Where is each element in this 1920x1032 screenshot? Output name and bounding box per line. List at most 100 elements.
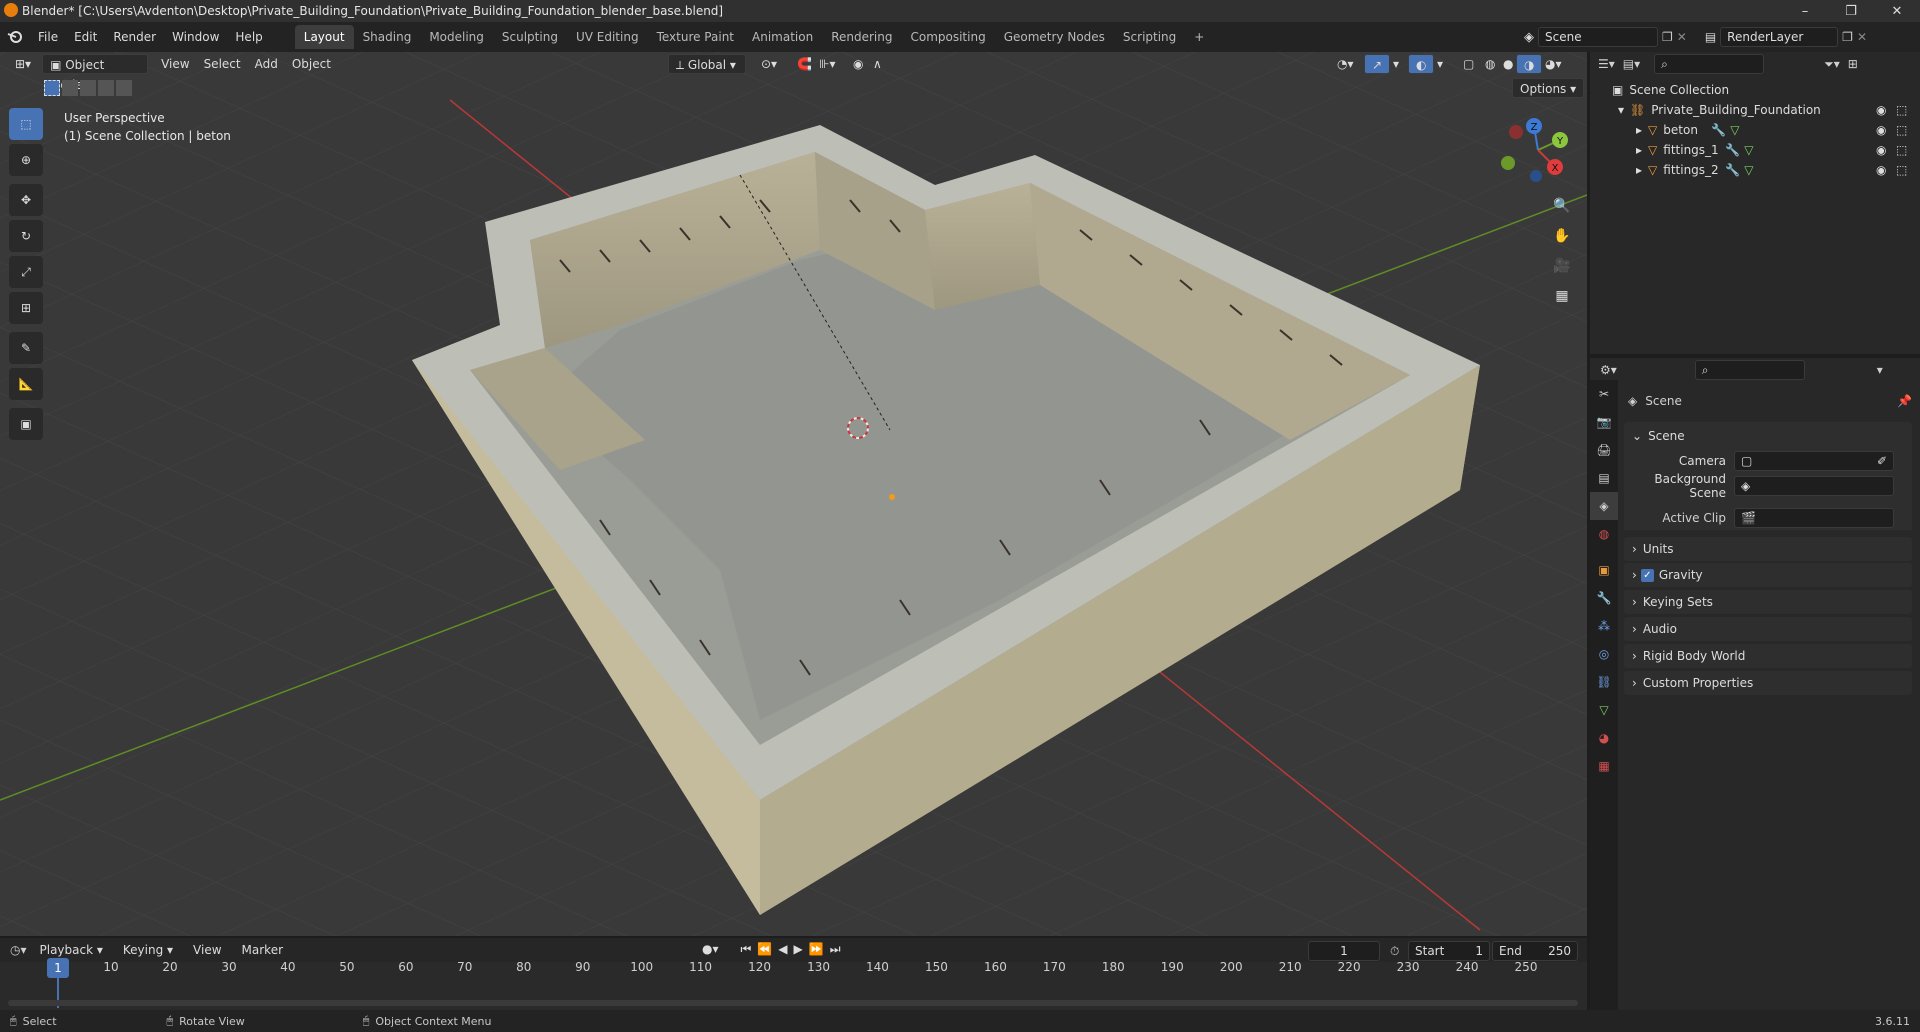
filter-icon[interactable]: ⏷▾ [1824, 57, 1840, 72]
overlay-dropdown-icon[interactable]: ▾ [1430, 54, 1450, 74]
outliner-row-beton[interactable]: ▸ ▽ beton 🔧 ▽ ◉ ⬚ [1590, 120, 1920, 140]
tab-layout[interactable]: Layout [294, 25, 354, 49]
duplicate-scene-icon[interactable]: ❐ [1662, 30, 1673, 44]
menu-window[interactable]: Window [164, 26, 227, 48]
preview-range-icon[interactable]: ⏱ [1390, 944, 1399, 959]
current-frame-field[interactable]: 1 [1308, 941, 1380, 961]
properties-search-input[interactable]: ⌕ [1694, 360, 1805, 380]
end-frame-field[interactable]: End 250 [1492, 941, 1578, 961]
menu-render[interactable]: Render [105, 26, 164, 48]
display-mode-icon[interactable]: ▤▾ [1623, 57, 1640, 71]
start-frame-field[interactable]: Start 1 [1408, 941, 1490, 961]
move-tool-icon[interactable]: ✥ [9, 184, 43, 216]
select-extend-icon[interactable] [62, 80, 78, 96]
tab-particles-icon[interactable]: ⁂ [1590, 612, 1618, 640]
tab-constraints-icon[interactable]: ⛓ [1590, 668, 1618, 696]
scene-panel-header[interactable]: ⌄ Scene [1624, 426, 1912, 446]
prev-keyframe-icon[interactable]: ⏪ [757, 942, 772, 957]
3d-viewport[interactable] [0, 52, 1587, 936]
tab-shading[interactable]: Shading [354, 25, 421, 49]
tab-animation[interactable]: Animation [743, 25, 822, 49]
pivot-point-icon[interactable]: ⊙▾ [754, 54, 784, 74]
menu-file[interactable]: File [30, 26, 66, 48]
menu-timeline-view[interactable]: View [186, 940, 228, 960]
maximize-button[interactable]: ❐ [1828, 0, 1874, 22]
menu-help[interactable]: Help [227, 26, 270, 48]
remove-scene-icon[interactable]: ✕ [1677, 30, 1687, 44]
menu-edit[interactable]: Edit [66, 26, 105, 48]
tab-view-layer-icon[interactable]: ▤ [1590, 464, 1618, 492]
background-scene-field[interactable]: ◈ [1734, 476, 1894, 496]
jump-end-icon[interactable]: ⏭ [830, 942, 841, 957]
panel-gravity[interactable]: › ✓ Gravity [1624, 563, 1912, 587]
tab-tool-icon[interactable]: ✂ [1590, 380, 1618, 408]
eyedropper-icon[interactable]: ✐ [1877, 454, 1887, 468]
tab-rendering[interactable]: Rendering [822, 25, 901, 49]
outliner-row-collection[interactable]: ▾ ⛓ Private_Building_Foundation ◉ ⬚ [1590, 100, 1920, 120]
menu-select[interactable]: Select [197, 54, 248, 74]
tab-world-icon[interactable]: ◍ [1590, 520, 1618, 548]
zoom-view-icon[interactable]: 🔍 [1548, 192, 1576, 220]
view-layer-icon[interactable]: ▤ [1705, 30, 1716, 44]
measure-tool-icon[interactable]: 📐 [9, 368, 43, 400]
timeline-scrollbar[interactable] [8, 1000, 1578, 1006]
scene-selector[interactable]: Scene [1538, 27, 1658, 47]
outliner-row-scene-collection[interactable]: ▣ Scene Collection [1590, 80, 1920, 100]
tab-modeling[interactable]: Modeling [420, 25, 493, 49]
tab-physics-icon[interactable]: ◎ [1590, 640, 1618, 668]
gravity-checkbox[interactable]: ✓ [1640, 568, 1654, 582]
select-box-tool-icon[interactable]: ⬚ [9, 108, 43, 140]
outliner-row-fittings-1[interactable]: ▸ ▽ fittings_1 🔧 ▽ ◉ ⬚ [1590, 140, 1920, 160]
add-cube-tool-icon[interactable]: ▣ [9, 408, 43, 440]
annotate-tool-icon[interactable]: ✎ [9, 332, 43, 364]
render-camera-icon[interactable]: ⬚ [1896, 123, 1907, 137]
pin-icon[interactable]: 📌 [1897, 394, 1912, 408]
camera-field[interactable]: ▢ ✐ [1734, 451, 1894, 471]
pan-view-icon[interactable]: ✋ [1548, 222, 1576, 250]
tab-scripting[interactable]: Scripting [1114, 25, 1185, 49]
tab-uv-editing[interactable]: UV Editing [567, 25, 648, 49]
panel-rigid-body-world[interactable]: › Rigid Body World [1624, 644, 1912, 668]
jump-start-icon[interactable]: ⏮ [741, 942, 752, 957]
tab-material-icon[interactable]: ◕ [1590, 724, 1618, 752]
minimize-button[interactable]: – [1782, 0, 1828, 22]
visibility-eye-icon[interactable]: ◉ [1876, 163, 1886, 177]
record-icon[interactable]: ●▾ [702, 942, 719, 957]
outliner-editor-icon[interactable]: ☰▾ [1598, 57, 1615, 71]
tab-scene-icon[interactable]: ◈ [1590, 492, 1618, 520]
outliner-search-input[interactable]: ⌕ [1654, 54, 1765, 74]
close-button[interactable]: ✕ [1874, 0, 1920, 22]
scale-tool-icon[interactable]: ⤢ [9, 256, 43, 288]
expand-arrow-icon[interactable]: ▸ [1636, 123, 1642, 137]
panel-units[interactable]: › Units [1624, 537, 1912, 561]
visibility-eye-icon[interactable]: ◉ [1876, 123, 1886, 137]
falloff-icon[interactable]: ∧ [866, 54, 889, 74]
outliner-row-fittings-2[interactable]: ▸ ▽ fittings_2 🔧 ▽ ◉ ⬚ [1590, 160, 1920, 180]
visibility-eye-icon[interactable]: ◉ [1876, 103, 1886, 117]
select-new-icon[interactable] [44, 80, 60, 96]
render-camera-icon[interactable]: ⬚ [1896, 163, 1907, 177]
mode-dropdown[interactable]: ▣ Object Mode ▾ [42, 54, 149, 92]
tab-geometry-nodes[interactable]: Geometry Nodes [995, 25, 1114, 49]
blender-menu-icon[interactable] [0, 30, 30, 44]
select-intersect-icon[interactable] [116, 80, 132, 96]
menu-marker[interactable]: Marker [235, 940, 290, 960]
viewport-scene[interactable] [0, 52, 1587, 936]
panel-keying-sets[interactable]: › Keying Sets [1624, 590, 1912, 614]
tab-compositing[interactable]: Compositing [901, 25, 994, 49]
rotate-tool-icon[interactable]: ↻ [9, 220, 43, 252]
gizmo-dropdown-icon[interactable]: ▾ [1386, 54, 1406, 74]
tab-render-icon[interactable]: 📷 [1590, 408, 1618, 436]
visibility-eye-icon[interactable]: ◉ [1876, 143, 1886, 157]
view-layer-selector[interactable]: RenderLayer [1720, 27, 1839, 47]
properties-editor-icon[interactable]: ⚙▾ [1600, 363, 1617, 377]
select-invert-icon[interactable] [98, 80, 114, 96]
add-workspace-button[interactable]: + [1185, 25, 1213, 49]
tab-modifiers-icon[interactable]: 🔧 [1590, 584, 1618, 612]
render-camera-icon[interactable]: ⬚ [1896, 103, 1907, 117]
select-mode-icons[interactable] [44, 80, 132, 96]
next-keyframe-icon[interactable]: ⏩ [809, 942, 824, 957]
editor-type-icon[interactable]: ⊞▾ [8, 54, 38, 74]
transform-orientation-dropdown[interactable]: ⟂ Global ▾ [668, 54, 746, 74]
remove-view-layer-icon[interactable]: ✕ [1857, 30, 1867, 44]
